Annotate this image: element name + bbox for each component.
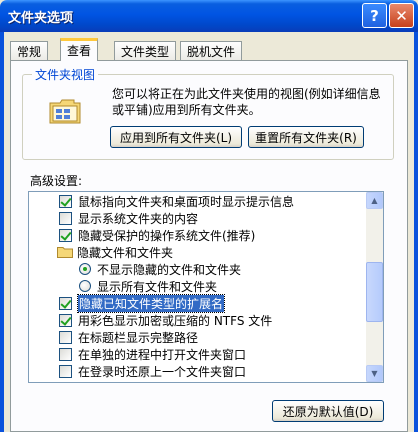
vertical-scrollbar[interactable]: ▲ ▼ <box>366 192 383 382</box>
list-item-label: 在登录时还原上一个文件夹窗口 <box>78 364 247 379</box>
list-item-label: 在标题栏显示完整路径 <box>78 330 199 345</box>
list-item-label-selected: 隐藏已知文件类型的扩展名 <box>76 293 226 313</box>
checkbox[interactable] <box>59 194 72 208</box>
checkbox[interactable] <box>59 296 72 310</box>
title-bar: 文件夹选项 ? ✕ <box>0 0 418 32</box>
radio-button[interactable] <box>79 280 91 292</box>
list-item[interactable]: 隐藏受保护的操作系统文件(推荐) <box>59 227 255 243</box>
tab-view[interactable]: 查看 <box>60 38 99 61</box>
folder-view-description: 您可以将正在为此文件夹使用的视图(例如详细信息或平铺)应用到所有文件夹。 <box>112 87 381 117</box>
checkbox[interactable] <box>59 347 72 361</box>
window-frame-left <box>0 32 4 432</box>
list-item[interactable]: 显示所有文件和文件夹 <box>79 278 217 294</box>
tab-general[interactable]: 常规 <box>10 41 49 60</box>
list-item: 隐藏文件和文件夹 <box>57 244 173 260</box>
tab-offline-files[interactable]: 脱机文件 <box>180 41 243 60</box>
checkbox[interactable] <box>59 364 72 378</box>
advanced-settings-list[interactable]: 鼠标指向文件夹和桌面项时显示提示信息 显示系统文件夹的内容 隐藏受保护的操作系统… <box>28 191 384 383</box>
reset-all-folders-button[interactable]: 重置所有文件夹(R) <box>248 126 364 148</box>
list-item[interactable]: 用彩色显示加密或压缩的 NTFS 文件 <box>59 312 272 328</box>
list-item-label: 隐藏受保护的操作系统文件(推荐) <box>78 228 256 243</box>
folder-view-icon <box>49 99 81 124</box>
list-item[interactable]: 在单独的进程中打开文件夹窗口 <box>59 346 246 362</box>
help-button[interactable]: ? <box>362 3 387 28</box>
folder-view-legend: 文件夹视图 <box>32 66 99 83</box>
list-item-label: 鼠标指向文件夹和桌面项时显示提示信息 <box>78 194 295 209</box>
window-title: 文件夹选项 <box>8 11 74 26</box>
list-item[interactable]: 显示系统文件夹的内容 <box>59 210 198 226</box>
close-icon: ✕ <box>395 6 408 25</box>
window-frame-right <box>414 32 418 432</box>
checkbox[interactable] <box>59 211 72 225</box>
checkbox[interactable] <box>59 330 72 344</box>
list-item[interactable]: 在登录时还原上一个文件夹窗口 <box>59 363 246 379</box>
list-item-label: 不显示隐藏的文件和文件夹 <box>97 262 242 277</box>
help-icon: ? <box>370 6 379 25</box>
tab-file-types[interactable]: 文件类型 <box>114 41 177 60</box>
radio-button[interactable] <box>79 263 91 275</box>
folder-icon <box>57 247 73 258</box>
restore-defaults-button[interactable]: 还原为默认值(D) <box>272 400 384 422</box>
checkbox[interactable] <box>59 313 72 327</box>
scroll-down-arrow-icon[interactable]: ▼ <box>366 365 383 382</box>
scrollbar-thumb[interactable] <box>366 262 383 322</box>
list-item-label: 在单独的进程中打开文件夹窗口 <box>78 347 247 362</box>
close-button[interactable]: ✕ <box>389 3 414 28</box>
advanced-settings-label: 高级设置: <box>30 174 83 188</box>
list-item-label: 隐藏文件和文件夹 <box>77 245 174 260</box>
scroll-up-arrow-icon[interactable]: ▲ <box>366 192 383 209</box>
list-item-label: 用彩色显示加密或压缩的 NTFS 文件 <box>78 313 273 328</box>
list-item[interactable]: 鼠标指向文件夹和桌面项时显示提示信息 <box>59 193 294 209</box>
list-item[interactable]: 在标题栏显示完整路径 <box>59 329 198 345</box>
list-item[interactable]: 隐藏已知文件类型的扩展名 <box>59 293 226 313</box>
list-item-label: 显示所有文件和文件夹 <box>97 279 218 294</box>
list-item-label: 显示系统文件夹的内容 <box>78 211 199 226</box>
checkbox[interactable] <box>59 228 72 242</box>
apply-to-all-folders-button[interactable]: 应用到所有文件夹(L) <box>110 126 242 148</box>
list-item[interactable]: 不显示隐藏的文件和文件夹 <box>79 261 241 277</box>
